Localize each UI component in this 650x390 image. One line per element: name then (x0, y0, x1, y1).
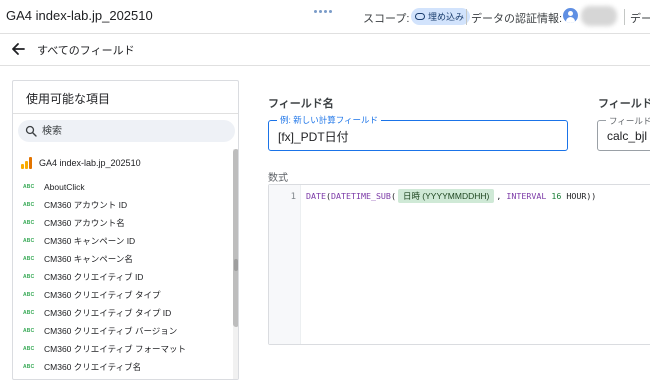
keyword-interval: INTERVAL (506, 191, 547, 201)
text-type-icon: ABC (23, 184, 35, 190)
field-id-input[interactable] (607, 128, 650, 144)
text-type-icon: ABC (23, 346, 35, 352)
scope-chip[interactable]: 埋め込み (411, 8, 471, 25)
text-type-icon: ABC (23, 292, 35, 298)
credentials-label: データの認証情報: (471, 13, 563, 25)
list-item[interactable]: ABC CM360 クリエイティブ フォーマット (23, 340, 186, 358)
search-box[interactable] (18, 120, 235, 142)
text-type-icon: ABC (23, 310, 35, 316)
back-arrow-icon[interactable] (10, 41, 26, 57)
list-item[interactable]: ABC CM360 キャンペーン名 (23, 250, 133, 268)
top-bar: GA4 index-lab.jp_202510 スコープ: 埋め込み データの認… (0, 0, 650, 34)
field-id-heading: フィールド (598, 98, 650, 110)
field-label: AboutClick (44, 182, 85, 192)
field-label: CM360 アカウント名 (44, 218, 125, 228)
field-label: CM360 クリエイティブ タイプ ID (44, 308, 172, 318)
text-type-icon: ABC (23, 364, 35, 370)
panel-title: 使用可能な項目 (26, 92, 111, 106)
sub-header: すべてのフィールド (0, 34, 650, 66)
list-item[interactable]: ABC CM360 アカウント名 (23, 214, 125, 232)
avatar[interactable] (563, 8, 578, 23)
number-literal: 16 (551, 191, 562, 201)
report-title[interactable]: GA4 index-lab.jp_202510 (6, 8, 153, 23)
bar-chart-icon (21, 157, 33, 169)
search-input[interactable] (42, 124, 222, 138)
list-item[interactable]: ABC AboutClick (23, 178, 85, 196)
text-type-icon: ABC (23, 220, 35, 226)
field-label: CM360 アカウント ID (44, 200, 128, 210)
scope-label: スコープ: (363, 13, 410, 25)
formula-label: 数式 (268, 173, 288, 184)
list-item[interactable]: ABC CM360 クリエイティブ タイプ (23, 286, 160, 304)
field-name-float-label: 例: 新しい計算フィールド (277, 114, 382, 126)
field-id-input-box[interactable]: フィールド I (597, 115, 650, 151)
code-line[interactable]: DATE(DATETIME_SUB(日時 (YYYYMMDDHH), INTER… (306, 189, 596, 203)
drag-handle-icon[interactable] (314, 0, 336, 13)
formula-editor[interactable]: 1 DATE(DATETIME_SUB(日時 (YYYYMMDDHH), INT… (268, 184, 650, 345)
field-reference-chip[interactable]: 日時 (YYYYMMDDHH) (397, 189, 495, 203)
field-label: CM360 クリエイティブ名 (44, 362, 142, 372)
text-type-icon: ABC (23, 328, 35, 334)
link-icon (415, 13, 425, 20)
data-source-label: GA4 index-lab.jp_202510 (39, 158, 141, 168)
line-number: 1 (290, 192, 296, 202)
available-fields-panel: 使用可能な項目 GA4 index-lab.jp_202510 ABC About… (12, 80, 239, 380)
field-label: CM360 クリエイティブ タイプ (44, 290, 161, 300)
redacted-user-name (581, 6, 617, 26)
data-label: デー (630, 13, 650, 25)
text-type-icon: ABC (23, 238, 35, 244)
line-gutter: 1 (269, 185, 301, 344)
scrollbar-grip[interactable] (234, 259, 238, 271)
search-icon (25, 125, 37, 137)
scrollbar-thumb[interactable] (233, 149, 238, 327)
list-item[interactable]: ABC CM360 クリエイティブ名 (23, 358, 141, 376)
function-date: DATE (306, 191, 326, 201)
paren: ( (390, 191, 396, 201)
text-type-icon: ABC (23, 202, 35, 208)
field-name-input-box[interactable]: 例: 新しい計算フィールド (268, 114, 568, 151)
data-source-row[interactable]: GA4 index-lab.jp_202510 (21, 155, 141, 171)
divider (13, 113, 238, 114)
field-label: CM360 クリエイティブ フォーマット (44, 344, 186, 354)
field-label: CM360 キャンペーン ID (44, 236, 136, 246)
unit-keyword: HOUR (566, 191, 587, 201)
paren: )) (586, 191, 597, 201)
page-title: すべてのフィールド (37, 45, 135, 57)
divider (624, 9, 625, 25)
list-item[interactable]: ABC CM360 アカウント ID (23, 196, 127, 214)
list-item[interactable]: ABC CM360 クリエイティブ バージョン (23, 322, 177, 340)
list-item[interactable]: ABC CM360 キャンペーン ID (23, 232, 135, 250)
field-label: CM360 クリエイティブ バージョン (44, 326, 178, 336)
text-type-icon: ABC (23, 256, 35, 262)
field-label: CM360 クリエイティブ ID (44, 272, 144, 282)
list-item[interactable]: ABC CM360 クリエイティブ タイプ ID (23, 304, 171, 322)
field-name-heading: フィールド名 (268, 98, 334, 110)
field-name-input[interactable] (278, 128, 558, 144)
scope-chip-label: 埋め込み (428, 12, 465, 22)
function-datetime-sub: DATETIME_SUB (330, 191, 391, 201)
list-item[interactable]: ABC CM360 クリエイティブ ID (23, 268, 143, 286)
field-id-float-label: フィールド I (606, 115, 650, 127)
text-type-icon: ABC (23, 274, 35, 280)
divider (466, 9, 467, 25)
field-label: CM360 キャンペーン名 (44, 254, 133, 264)
comma: , (496, 191, 502, 201)
